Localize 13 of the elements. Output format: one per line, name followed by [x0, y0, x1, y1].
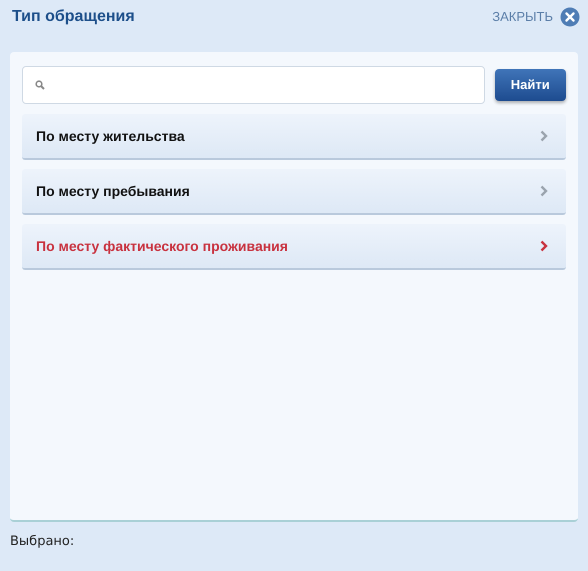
- chevron-right-icon: [540, 130, 548, 142]
- close-button[interactable]: ЗАКРЫТЬ: [492, 7, 580, 27]
- chevron-right-icon: [540, 240, 548, 252]
- list-item[interactable]: По месту пребывания: [22, 169, 566, 215]
- close-icon: [560, 7, 580, 27]
- list-item[interactable]: По месту жительства: [22, 114, 566, 160]
- search-icon: [35, 80, 45, 90]
- chevron-right-icon: [540, 185, 548, 197]
- list-item[interactable]: По месту фактического проживания: [22, 224, 566, 270]
- window-title: Тип обращения: [12, 7, 135, 27]
- search-button[interactable]: Найти: [494, 69, 566, 101]
- selected-label: Выбрано:: [9, 533, 76, 551]
- search-field[interactable]: [22, 66, 485, 104]
